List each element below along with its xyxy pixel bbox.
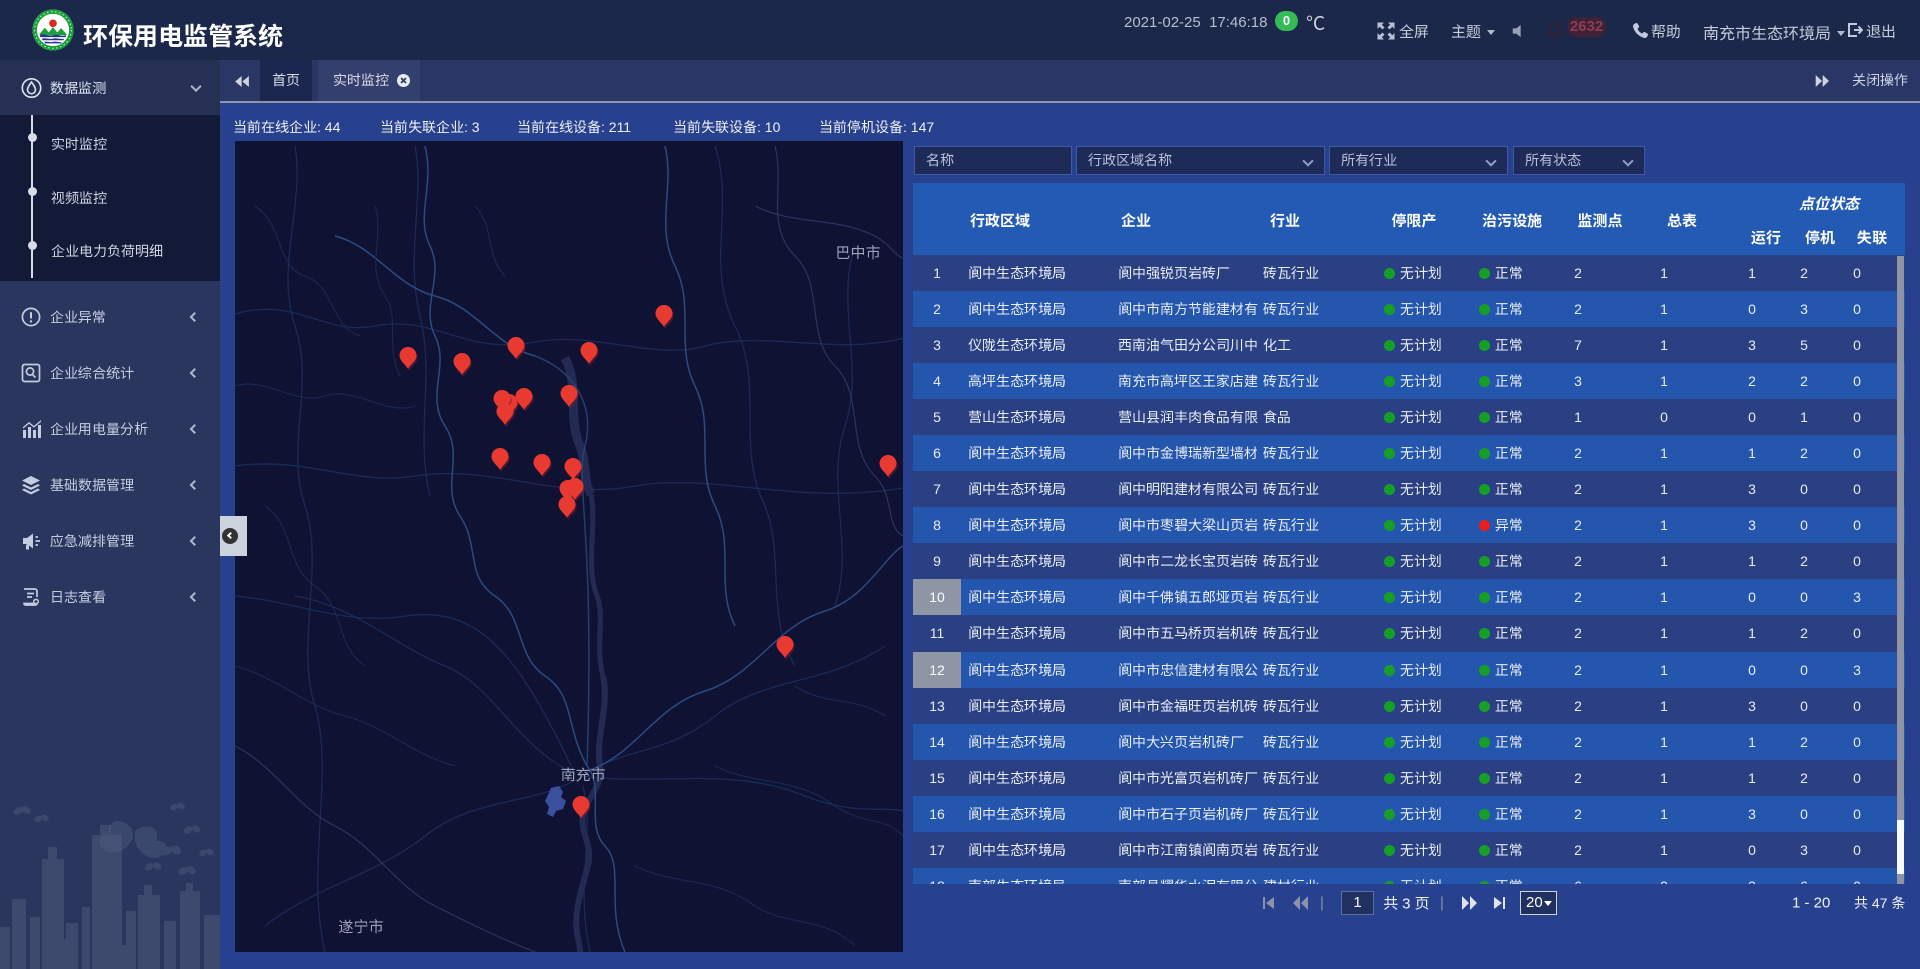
svg-text:遂宁市: 遂宁市 xyxy=(338,919,383,936)
svg-text:巴中市: 巴中市 xyxy=(835,245,880,262)
svg-text:南充市: 南充市 xyxy=(560,767,605,784)
